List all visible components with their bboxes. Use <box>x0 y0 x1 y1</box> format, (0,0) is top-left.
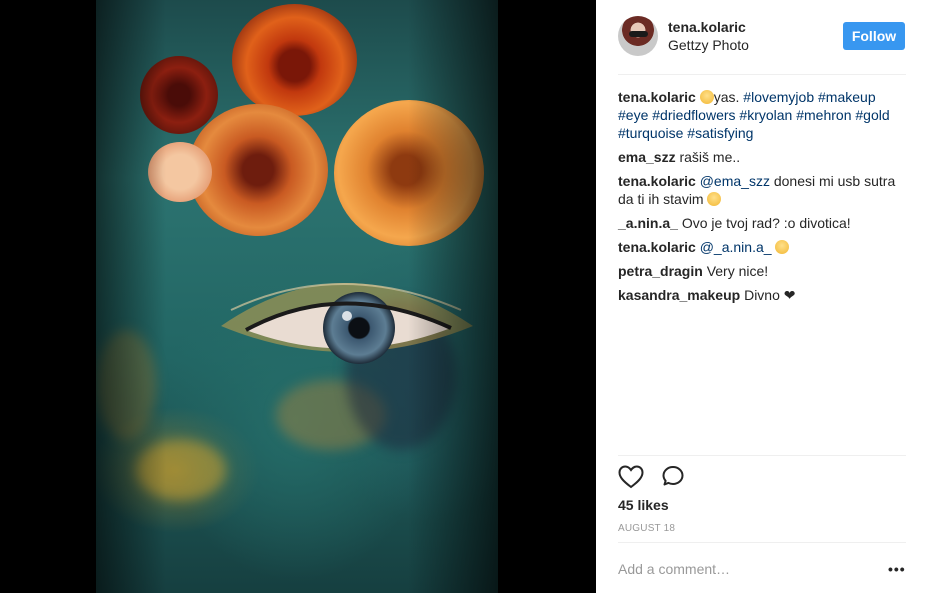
hashtag-link[interactable]: #satisfying <box>687 125 753 141</box>
comment-author[interactable]: ema_szz <box>618 149 676 165</box>
post-actions <box>618 464 906 492</box>
hashtag-link[interactable]: #kryolan <box>739 107 792 123</box>
hashtag-link[interactable]: #eye <box>618 107 648 123</box>
comment-item: tena.kolaric @ema_szz donesi mi usb sutr… <box>618 172 906 208</box>
post-header: tena.kolaric Gettzy Photo Follow <box>618 14 906 58</box>
comment-author[interactable]: _a.nin.a_ <box>618 215 678 231</box>
actions-divider <box>618 455 906 456</box>
mention-link[interactable]: @ema_szz <box>700 173 770 189</box>
instagram-post-view: tena.kolaric Gettzy Photo Follow tena.ko… <box>0 0 927 593</box>
wink-emoji-icon <box>707 192 722 206</box>
comment-box-divider <box>618 542 906 543</box>
follow-button[interactable]: Follow <box>843 22 905 50</box>
comment-icon[interactable] <box>660 465 686 492</box>
comment-author[interactable]: tena.kolaric <box>618 239 696 255</box>
post-photo[interactable] <box>96 0 498 593</box>
hashtag-link[interactable]: #gold <box>855 107 889 123</box>
hashtag-link[interactable]: #lovemyjob <box>743 89 814 105</box>
kiss-emoji-icon <box>775 240 790 254</box>
comment-author[interactable]: tena.kolaric <box>618 89 696 105</box>
header-divider <box>618 74 906 75</box>
hashtag-link[interactable]: #mehron <box>796 107 851 123</box>
post-photo-area <box>0 0 596 593</box>
post-sidebar: tena.kolaric Gettzy Photo Follow tena.ko… <box>596 0 927 593</box>
post-date[interactable]: AUGUST 18 <box>618 523 675 534</box>
likes-count[interactable]: 45 likes <box>618 497 669 513</box>
avatar[interactable] <box>618 16 658 56</box>
more-options-icon[interactable]: ••• <box>888 561 906 577</box>
hashtag-link[interactable]: #makeup <box>818 89 876 105</box>
comment-author[interactable]: kasandra_makeup <box>618 287 740 303</box>
comments-list: tena.kolaric yas. #lovemyjob #makeup #ey… <box>618 88 906 310</box>
comment-text: rašiš me.. <box>679 149 741 165</box>
heart-emoji-icon: ❤ <box>783 287 796 303</box>
comment-item: kasandra_makeup Divno ❤ <box>618 286 906 304</box>
comment-item: tena.kolaric @_a.nin.a_ <box>618 238 906 256</box>
caption-comment: tena.kolaric yas. #lovemyjob #makeup #ey… <box>618 88 906 142</box>
post-location[interactable]: Gettzy Photo <box>668 36 749 54</box>
comment-item: _a.nin.a_ Ovo je tvoj rad? :o divotica! <box>618 214 906 232</box>
heart-icon[interactable] <box>618 464 644 492</box>
hashtag-link[interactable]: #turquoise <box>618 125 683 141</box>
comment-author[interactable]: tena.kolaric <box>618 173 696 189</box>
comment-text: Very nice! <box>706 263 769 279</box>
mention-link[interactable]: @_a.nin.a_ <box>700 239 772 255</box>
comment-item: ema_szz rašiš me.. <box>618 148 906 166</box>
comment-text: Ovo je tvoj rad? :o divotica! <box>681 215 851 231</box>
post-author-username[interactable]: tena.kolaric <box>668 18 749 36</box>
comment-item: petra_dragin Very nice! <box>618 262 906 280</box>
comment-text: Divno <box>744 287 780 303</box>
add-comment-input[interactable]: Add a comment… <box>618 561 730 577</box>
smirk-emoji-icon <box>699 90 714 104</box>
comment-text: yas. <box>713 89 744 105</box>
hashtag-link[interactable]: #driedflowers <box>652 107 735 123</box>
comment-author[interactable]: petra_dragin <box>618 263 703 279</box>
